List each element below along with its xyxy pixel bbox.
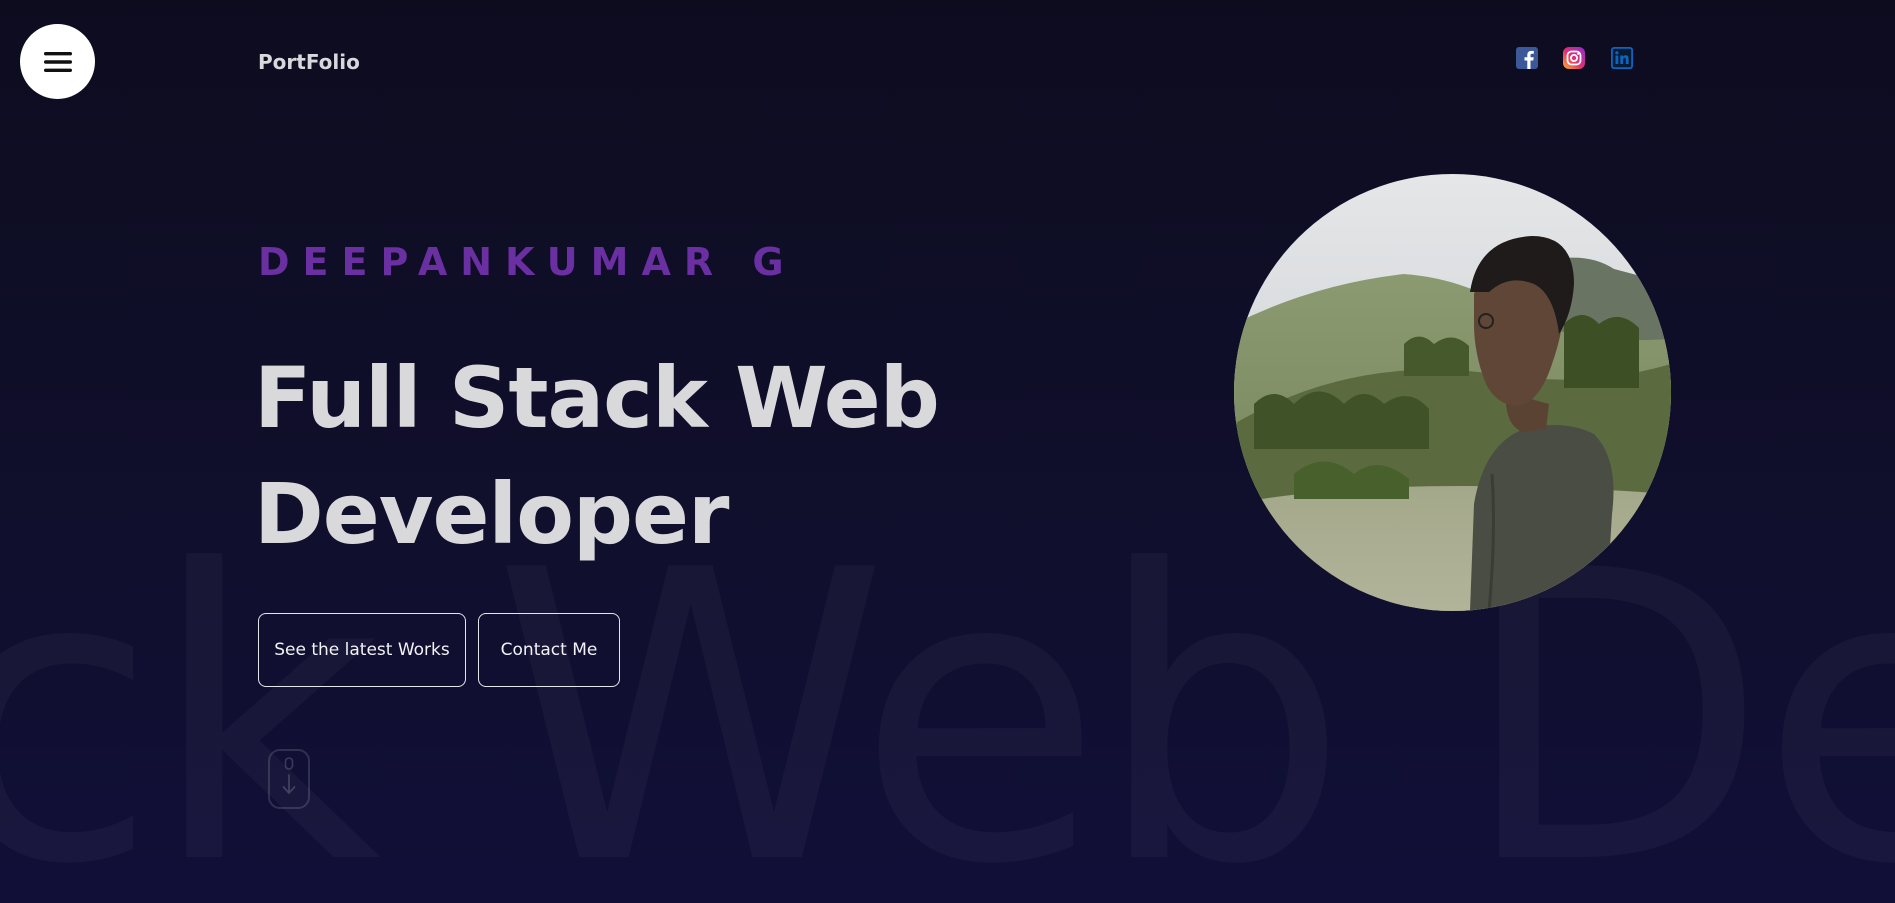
mouse-scroll-icon [268,749,310,809]
hamburger-icon [43,51,72,72]
see-latest-works-button[interactable]: See the latest Works [258,613,466,687]
facebook-link[interactable] [1515,46,1539,70]
menu-button[interactable] [20,24,95,99]
background-watermark-text: ck Web De [0,520,1895,903]
instagram-link[interactable] [1562,46,1586,70]
contact-me-button[interactable]: Contact Me [478,613,620,687]
linkedin-link[interactable] [1610,46,1634,70]
facebook-icon [1516,47,1538,69]
developer-name: DEEPANKUMAR G [258,240,797,284]
instagram-icon [1563,47,1585,69]
headline-line-1: Full Stack Web [254,349,940,447]
site-logo[interactable]: PortFolio [258,50,360,74]
hero-section: ck Web De PortFolio [0,0,1895,903]
hero-headline: Full Stack Web Developer [254,340,940,572]
linkedin-icon [1611,47,1633,69]
scroll-indicator[interactable] [267,748,311,810]
profile-photo [1234,174,1671,611]
headline-line-2: Developer [254,465,729,563]
